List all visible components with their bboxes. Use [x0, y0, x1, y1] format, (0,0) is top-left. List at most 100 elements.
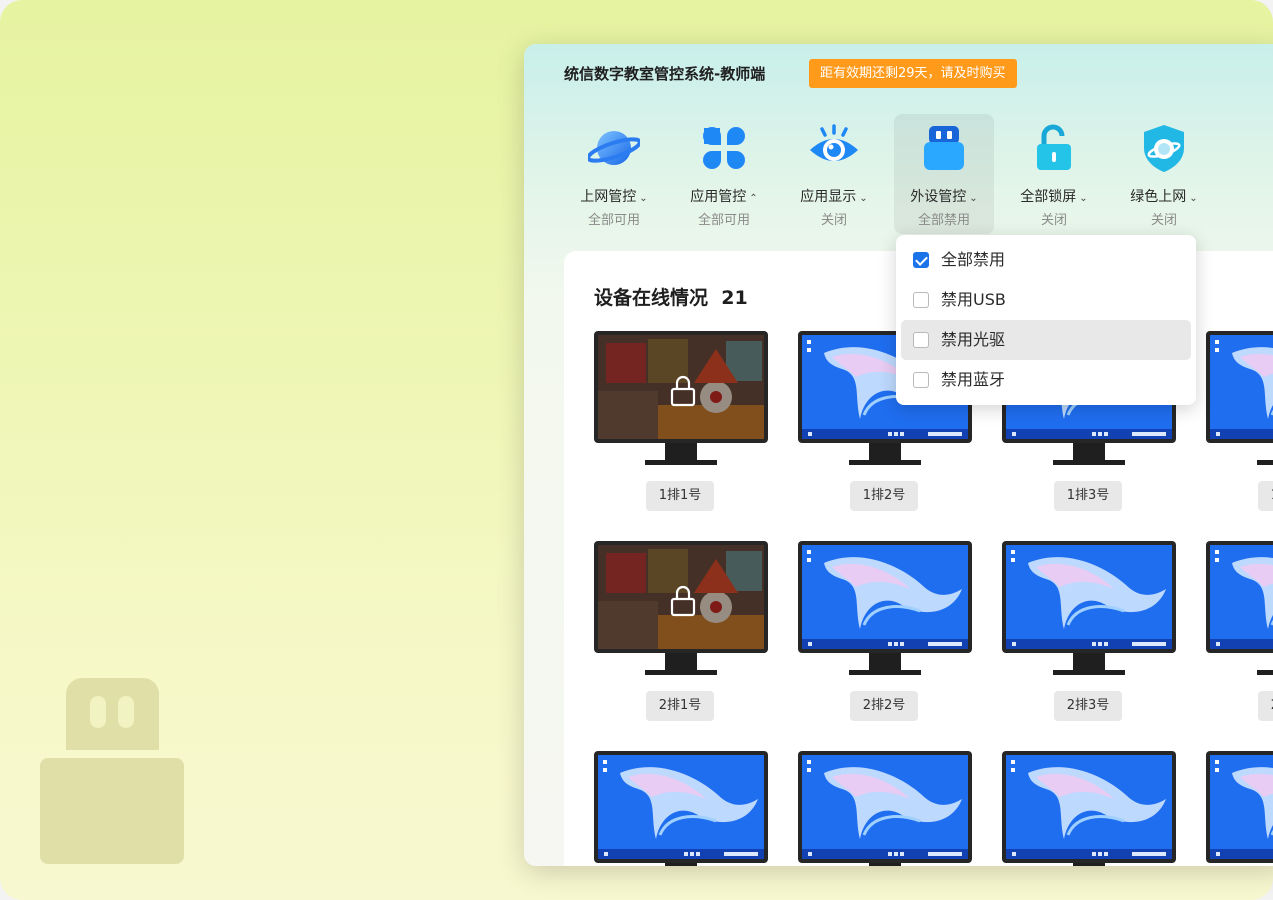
menu-option-label: 禁用蓝牙 — [941, 370, 1006, 389]
chevron-down-icon: ⌄ — [969, 193, 978, 204]
menu-option-label: 禁用光驱 — [941, 330, 1006, 349]
device-monitor[interactable]: 2排4号 — [1206, 541, 1273, 721]
device-monitor-locked[interactable]: 1排1号 — [594, 331, 768, 511]
chevron-up-icon: ⌃ — [749, 193, 758, 204]
monitor-screen[interactable] — [1206, 751, 1273, 863]
device-seat-label[interactable]: 2排1号 — [646, 691, 714, 721]
toolbar-status: 全部可用 — [697, 213, 750, 228]
unlock-icon — [1037, 124, 1071, 170]
device-monitor[interactable]: 3排1号 — [594, 751, 768, 866]
planet-icon — [588, 131, 640, 165]
monitor-stand — [869, 443, 901, 461]
device-monitor[interactable]: 3排2号 — [798, 751, 972, 866]
device-monitor[interactable]: 2排3号 — [1002, 541, 1176, 721]
device-panel-title: 设备在线情况 21 — [594, 283, 748, 310]
app-title: 统信数字教室管控系统-教师端 — [564, 65, 766, 83]
checkbox[interactable] — [913, 292, 929, 308]
eye-icon — [810, 124, 858, 161]
monitor-base — [1257, 670, 1273, 675]
chevron-down-icon: ⌄ — [1079, 193, 1088, 204]
toolbar-status: 关闭 — [1040, 213, 1067, 228]
toolbar-status: 关闭 — [1150, 213, 1177, 228]
monitor-stand — [869, 863, 901, 866]
toolbar-internet-control[interactable]: 上网管控 ⌄ 全部可用 — [564, 114, 664, 234]
toolbar-status: 全部禁用 — [917, 213, 970, 228]
menu-option-disable-bluetooth[interactable]: 禁用蓝牙 — [901, 360, 1191, 400]
device-seat-label[interactable]: 2排4号 — [1258, 691, 1273, 721]
menu-option-disable-all[interactable]: 全部禁用 — [901, 240, 1191, 280]
toolbar-green-internet[interactable]: 绿色上网 ⌄ 关闭 — [1114, 114, 1214, 234]
monitor-screen[interactable] — [1002, 541, 1176, 653]
monitor-screen[interactable] — [798, 751, 972, 863]
monitor-screen[interactable] — [594, 541, 768, 653]
toolbar-status: 全部可用 — [587, 213, 640, 228]
checkbox-checked[interactable] — [913, 252, 929, 268]
usb-decoration-icon — [40, 676, 186, 866]
toolbar-peripheral-control[interactable]: 外设管控 ⌄ 全部禁用 — [894, 114, 994, 234]
menu-option-label: 禁用USB — [941, 290, 1006, 309]
device-monitor[interactable]: 2排2号 — [798, 541, 972, 721]
monitor-screen[interactable] — [594, 751, 768, 863]
desktop-wallpaper-icon — [1210, 545, 1273, 649]
monitor-stand — [665, 443, 697, 461]
device-seat-label[interactable]: 1排1号 — [646, 481, 714, 511]
trial-notice-badge[interactable]: 距有效期还剩29天，请及时购买 — [809, 59, 1017, 88]
desktop-wallpaper-icon — [598, 755, 764, 859]
monitor-base — [1053, 670, 1125, 675]
checkbox[interactable] — [913, 332, 929, 348]
toolbar-label: 应用管控 — [690, 189, 747, 205]
menu-option-disable-usb[interactable]: 禁用USB — [901, 280, 1191, 320]
monitor-screen[interactable] — [798, 541, 972, 653]
monitor-screen[interactable] — [594, 331, 768, 443]
usb-icon — [924, 126, 964, 170]
locked-screen-image — [598, 545, 764, 649]
device-seat-label[interactable]: 2排2号 — [850, 691, 918, 721]
device-monitor[interactable]: 1排4号 — [1206, 331, 1273, 511]
device-monitor[interactable]: 3排3号 — [1002, 751, 1176, 866]
toolbar-label: 全部锁屏 — [1020, 189, 1077, 205]
device-monitor-locked[interactable]: 2排1号 — [594, 541, 768, 721]
device-monitor[interactable]: 3排4号 — [1206, 751, 1273, 866]
desktop-wallpaper-icon — [1210, 335, 1273, 439]
monitor-stand — [1073, 863, 1105, 866]
monitor-base — [1053, 460, 1125, 465]
desktop-wallpaper-icon — [1210, 755, 1273, 859]
menu-option-label: 全部禁用 — [941, 250, 1006, 269]
online-count: 21 — [721, 287, 748, 309]
toolbar-label: 外设管控 — [910, 189, 967, 205]
monitor-screen[interactable] — [1002, 751, 1176, 863]
monitor-screen[interactable] — [1206, 541, 1273, 653]
toolbar-app-display[interactable]: 应用显示 ⌄ 关闭 — [784, 114, 884, 234]
device-seat-label[interactable]: 1排2号 — [850, 481, 918, 511]
desktop-wallpaper-icon — [1006, 755, 1172, 859]
locked-screen-image — [598, 335, 764, 439]
peripheral-control-menu: 全部禁用 禁用USB 禁用光驱 禁用蓝牙 — [896, 235, 1196, 405]
checkbox[interactable] — [913, 372, 929, 388]
desktop-wallpaper-icon — [1006, 545, 1172, 649]
monitor-base — [645, 460, 717, 465]
menu-option-disable-optical-drive[interactable]: 禁用光驱 — [901, 320, 1191, 360]
toolbar-label: 上网管控 — [580, 189, 637, 205]
monitor-base — [849, 670, 921, 675]
device-panel-title-text: 设备在线情况 — [594, 287, 709, 309]
chevron-down-icon: ⌄ — [1189, 193, 1198, 204]
desktop-wallpaper-icon — [802, 545, 968, 649]
device-seat-label[interactable]: 2排3号 — [1054, 691, 1122, 721]
chevron-down-icon: ⌄ — [639, 193, 648, 204]
monitor-stand — [665, 653, 697, 671]
device-seat-label[interactable]: 1排4号 — [1258, 481, 1273, 511]
apps-icon — [703, 127, 745, 169]
toolbar-app-control[interactable]: 应用管控 ⌃ 全部可用 — [674, 114, 774, 234]
monitor-stand — [869, 653, 901, 671]
monitor-screen[interactable] — [1206, 331, 1273, 443]
monitor-stand — [1073, 653, 1105, 671]
toolbar-lock-all[interactable]: 全部锁屏 ⌄ 关闭 — [1004, 114, 1104, 234]
device-seat-label[interactable]: 1排3号 — [1054, 481, 1122, 511]
toolbar-label: 应用显示 — [800, 189, 857, 205]
teacher-client-window: 统信数字教室管控系统-教师端 距有效期还剩29天，请及时购买 上网管控 ⌄ 全部可… — [524, 44, 1273, 866]
toolbar-label: 绿色上网 — [1130, 189, 1187, 205]
toolbar-status: 关闭 — [820, 213, 847, 228]
desktop-wallpaper-icon — [802, 755, 968, 859]
monitor-base — [849, 460, 921, 465]
shield-planet-icon — [1144, 125, 1184, 172]
